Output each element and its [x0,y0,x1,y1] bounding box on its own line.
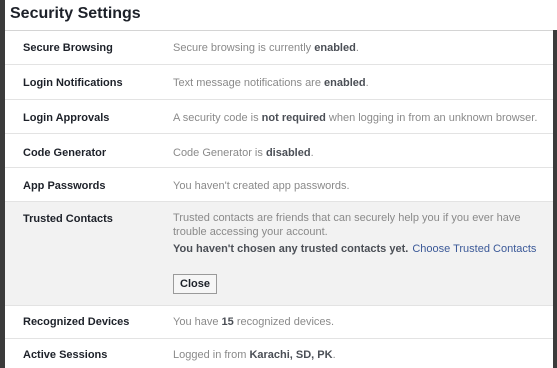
trusted-contacts-status: You haven't chosen any trusted contacts … [173,243,537,255]
setting-row-recognized-devices[interactable]: Recognized Devices You have 15 recognize… [5,306,553,339]
setting-value: Text message notifications are enabled. [173,77,369,89]
close-button[interactable]: Close [173,274,217,294]
setting-label: Login Notifications [23,77,123,89]
setting-label: Active Sessions [23,349,108,361]
setting-value: You have 15 recognized devices. [173,316,335,328]
page-title: Security Settings [10,5,141,22]
setting-row-login-notifications[interactable]: Login Notifications Text message notific… [5,65,553,100]
setting-label: Code Generator [23,147,107,159]
setting-row-app-passwords[interactable]: App Passwords You haven't created app pa… [5,168,553,202]
setting-value: Code Generator is disabled. [173,147,314,159]
window-right-border [553,30,557,368]
choose-trusted-contacts-link[interactable]: Choose Trusted Contacts [412,243,536,255]
trusted-contacts-description: Trusted contacts are friends that can se… [173,212,521,238]
setting-row-secure-browsing[interactable]: Secure Browsing Secure browsing is curre… [5,31,553,65]
setting-label: Secure Browsing [23,42,113,54]
setting-row-login-approvals[interactable]: Login Approvals A security code is not r… [5,100,553,134]
setting-row-code-generator[interactable]: Code Generator Code Generator is disable… [5,134,553,168]
setting-row-active-sessions[interactable]: Active Sessions Logged in from Karachi, … [5,339,553,368]
setting-value: A security code is not required when log… [173,112,538,124]
setting-value: Logged in from Karachi, SD, PK. [173,349,336,361]
setting-value: Secure browsing is currently enabled. [173,42,359,54]
setting-row-trusted-contacts: Trusted Contacts Trusted contacts are fr… [5,202,553,306]
setting-label: Login Approvals [23,112,110,124]
setting-label: App Passwords [23,180,106,192]
setting-label: Trusted Contacts [23,213,113,225]
setting-label: Recognized Devices [23,316,130,328]
security-settings-panel: Security Settings Secure Browsing Secure… [0,0,557,368]
setting-value: You haven't created app passwords. [173,180,350,192]
